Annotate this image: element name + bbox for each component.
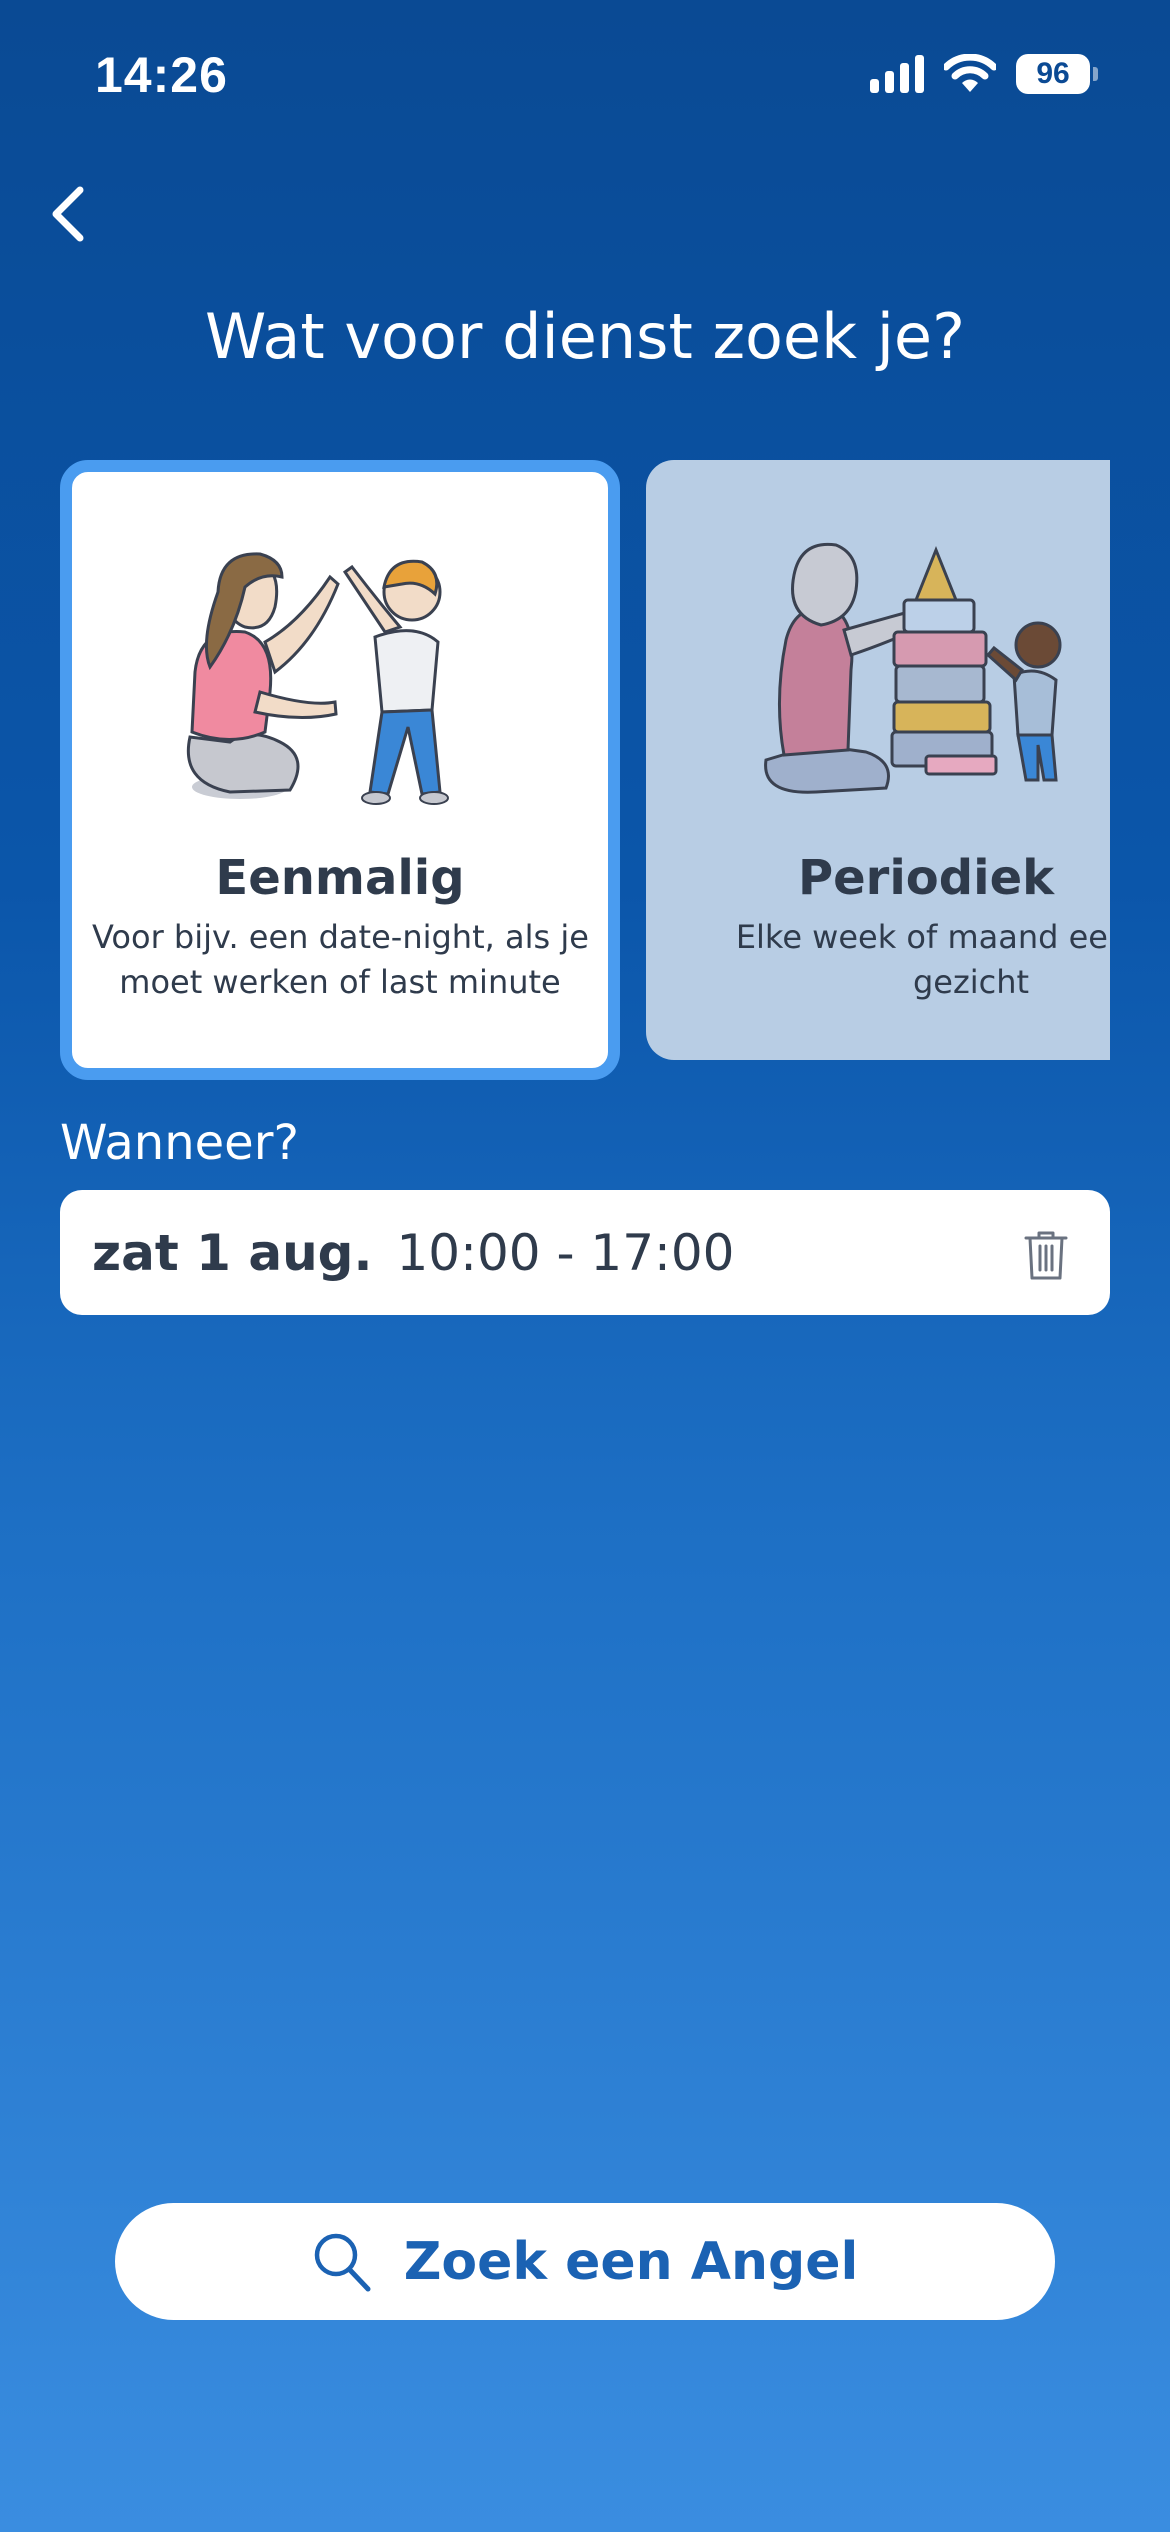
building-blocks-illustration (764, 542, 1062, 794)
date-day: zat 1 aug. (92, 1223, 373, 1282)
card-description-line: Voor bijv. een date-night, als je (92, 918, 589, 956)
time-range: 10:00 - 17:00 (396, 1223, 735, 1282)
when-label: Wanneer? (60, 1115, 299, 1171)
signal-icon (870, 55, 924, 93)
card-title: Eenmalig (215, 850, 465, 906)
search-angel-button[interactable]: Zoek een Angel (115, 2203, 1055, 2320)
date-time-row[interactable]: zat 1 aug. 10:00 - 17:00 (60, 1190, 1110, 1315)
service-option-eenmalig[interactable]: Eenmalig Voor bijv. een date-night, als … (60, 460, 620, 1080)
high-five-illustration (186, 552, 449, 805)
page-title: Wat voor dienst zoek je? (205, 300, 965, 373)
status-icons: 96 (870, 54, 1098, 94)
service-options-carousel[interactable]: Eenmalig Voor bijv. een date-night, als … (60, 460, 1110, 1085)
card-description-line: Elke week of maand een vast (735, 918, 1110, 956)
search-button-label: Zoek een Angel (403, 2231, 859, 2292)
back-chevron-icon[interactable] (40, 180, 110, 250)
wifi-icon (944, 54, 996, 92)
card-description-line: moet werken of last minute (119, 963, 561, 1001)
card-title: Periodiek (797, 850, 1055, 906)
battery-icon: 96 (1016, 54, 1098, 94)
search-icon (314, 2233, 371, 2291)
status-time: 14:26 (95, 47, 228, 103)
card-description-line: gezicht (912, 963, 1030, 1001)
card-description: Voor bijv. een date-night, als je moet w… (92, 915, 589, 1005)
status-bar: 14:26 96 (0, 0, 1170, 140)
trash-icon[interactable] (1022, 1228, 1070, 1282)
battery-level: 96 (1036, 57, 1070, 90)
card-description: Elke week of maand een vast gezicht (691, 915, 1110, 1005)
service-option-periodiek[interactable]: Periodiek Elke week of maand een vast ge… (646, 460, 1110, 1060)
